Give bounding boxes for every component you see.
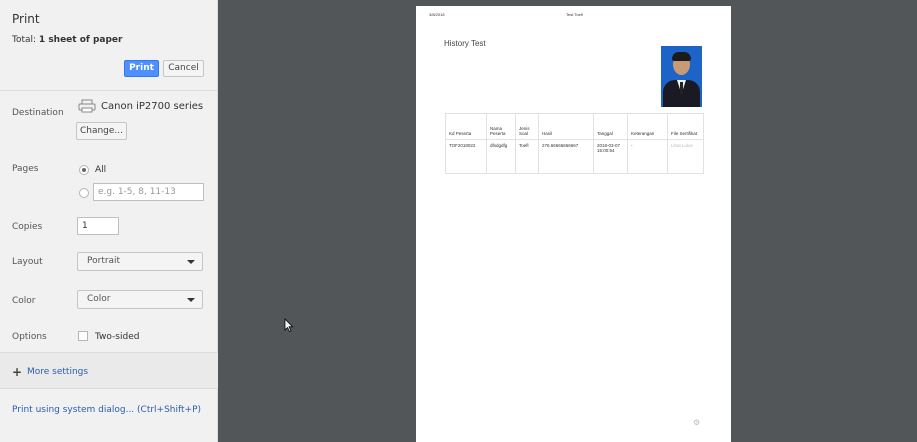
chevron-down-icon — [187, 298, 195, 302]
page-header-date: 3/8/2018 — [429, 12, 445, 17]
cancel-button[interactable]: Cancel — [163, 60, 204, 77]
destination-label: Destination — [12, 108, 64, 118]
preview-page: 3/8/2018 Test Toefl History Test Kd Pese… — [416, 6, 731, 442]
print-preview-area[interactable]: 3/8/2018 Test Toefl History Test Kd Pese… — [219, 0, 917, 442]
pages-all-label: All — [95, 165, 107, 175]
color-select[interactable]: Color — [77, 290, 203, 309]
sheet-total-prefix: Total: — [12, 35, 39, 45]
more-settings-row[interactable]: + More settings — [0, 352, 218, 389]
table-cell: dfsdgdfg — [486, 139, 516, 174]
print-settings-panel: Print Total: 1 sheet of paper Print Canc… — [0, 0, 218, 442]
mouse-cursor-icon — [284, 318, 294, 332]
table-header-cell: Keterangan — [627, 113, 668, 140]
sheet-total-value: 1 sheet of paper — [38, 35, 123, 45]
system-dialog-link[interactable]: Print using system dialog... (Ctrl+Shift… — [12, 405, 201, 415]
history-table: Kd Peserta Nama Peserta Jenis Soal Hasil… — [445, 113, 704, 174]
pages-custom-radio[interactable] — [79, 188, 89, 198]
divider — [0, 90, 218, 91]
sheet-total: Total: 1 sheet of paper — [12, 35, 122, 45]
color-select-value: Color — [87, 294, 111, 304]
change-destination-button[interactable]: Change... — [76, 122, 127, 140]
two-sided-label: Two-sided — [95, 332, 140, 342]
layout-label: Layout — [12, 257, 43, 267]
printer-icon — [78, 99, 96, 113]
table-header-cell: Hasil — [538, 113, 594, 140]
page-heading: History Test — [444, 39, 486, 48]
table-cell: TOF2018022 — [445, 139, 487, 174]
two-sided-checkbox[interactable] — [78, 331, 88, 341]
chevron-down-icon — [187, 260, 195, 264]
color-label: Color — [12, 296, 36, 306]
photo-hair — [672, 52, 691, 61]
table-cell: Lihat Lulus — [667, 139, 704, 174]
pages-label: Pages — [12, 164, 39, 174]
table-cell: - — [627, 139, 668, 174]
table-header-row: Kd Peserta Nama Peserta Jenis Soal Hasil… — [445, 113, 704, 140]
table-header-cell: Kd Peserta — [445, 113, 487, 140]
photo-tie — [680, 82, 683, 94]
profile-photo — [661, 46, 702, 107]
table-header-cell: Jenis Soal — [515, 113, 539, 140]
gear-icon: ⚙ — [693, 418, 701, 427]
options-label: Options — [12, 332, 47, 342]
print-button[interactable]: Print — [124, 60, 159, 77]
table-cell: 2018-03-07 15:00:54 — [593, 139, 628, 174]
table-header-cell: Nama Peserta — [486, 113, 516, 140]
page-header-title: Test Toefl — [566, 12, 583, 17]
table-cell: 276.66666666667 — [538, 139, 594, 174]
copies-input[interactable]: 1 — [77, 217, 119, 235]
plus-icon: + — [12, 365, 23, 379]
destination-printer-name: Canon iP2700 series — [101, 101, 204, 112]
table-row: TOF2018022 dfsdgdfg Toefl 276.6666666666… — [445, 139, 704, 174]
more-settings-link[interactable]: More settings — [27, 367, 88, 377]
layout-select-value: Portrait — [87, 256, 121, 266]
pages-all-radio[interactable] — [79, 165, 89, 175]
layout-select[interactable]: Portrait — [77, 252, 203, 271]
table-header-cell: File Sertifikat — [667, 113, 704, 140]
copies-label: Copies — [12, 222, 43, 232]
panel-title: Print — [12, 12, 40, 26]
table-cell: Toefl — [515, 139, 539, 174]
table-header-cell: Tanggal — [593, 113, 628, 140]
pages-custom-input[interactable]: e.g. 1-5, 8, 11-13 — [93, 183, 204, 201]
